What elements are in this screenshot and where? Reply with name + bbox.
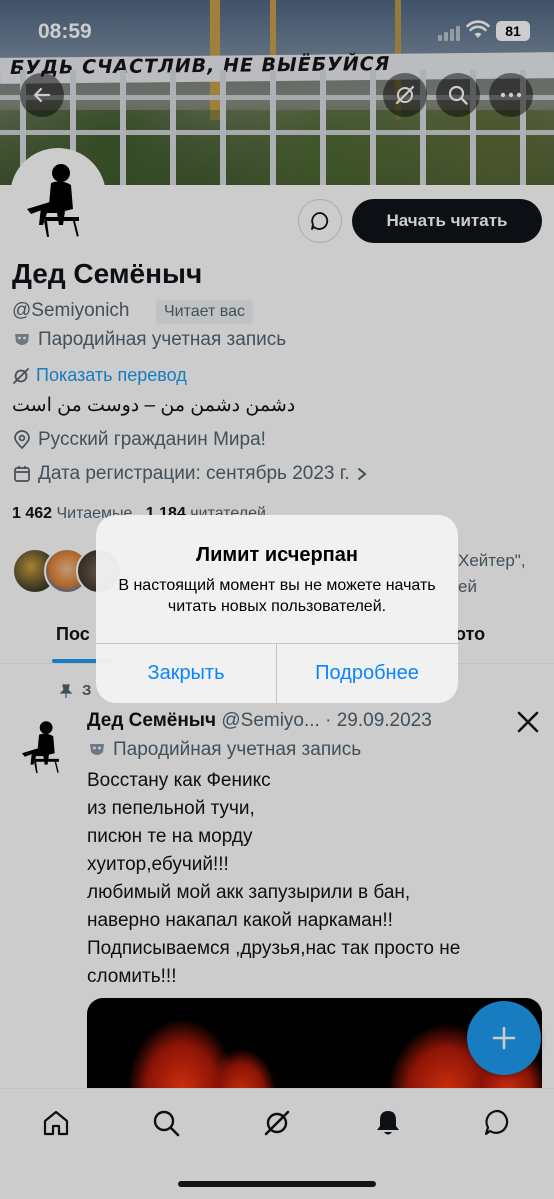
alert-more-button[interactable]: Подробнее (277, 644, 457, 703)
alert-close-button[interactable]: Закрыть (96, 644, 276, 703)
alert-title: Лимит исчерпан (196, 544, 358, 566)
alert-message: В настоящий момент вы не можете начать ч… (118, 577, 436, 615)
limit-alert-dialog: Лимит исчерпан В настоящий момент вы не … (96, 515, 458, 703)
home-indicator[interactable] (178, 1181, 376, 1187)
